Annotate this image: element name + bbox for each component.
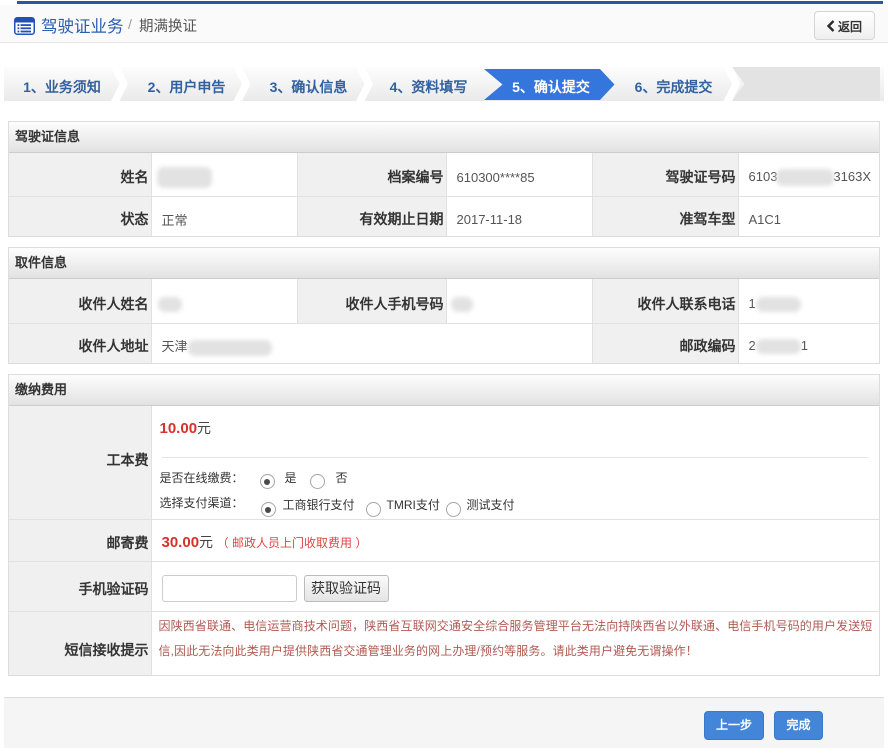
svg-text:2、用户申告: 2、用户申告 [148, 79, 226, 95]
svg-text:5、确认提交: 5、确认提交 [512, 79, 590, 95]
svg-text:1、业务须知: 1、业务须知 [23, 79, 101, 95]
svg-text:6、完成提交: 6、完成提交 [635, 79, 713, 95]
svg-text:4、资料填写: 4、资料填写 [390, 79, 468, 95]
svg-text:3、确认信息: 3、确认信息 [270, 79, 348, 95]
